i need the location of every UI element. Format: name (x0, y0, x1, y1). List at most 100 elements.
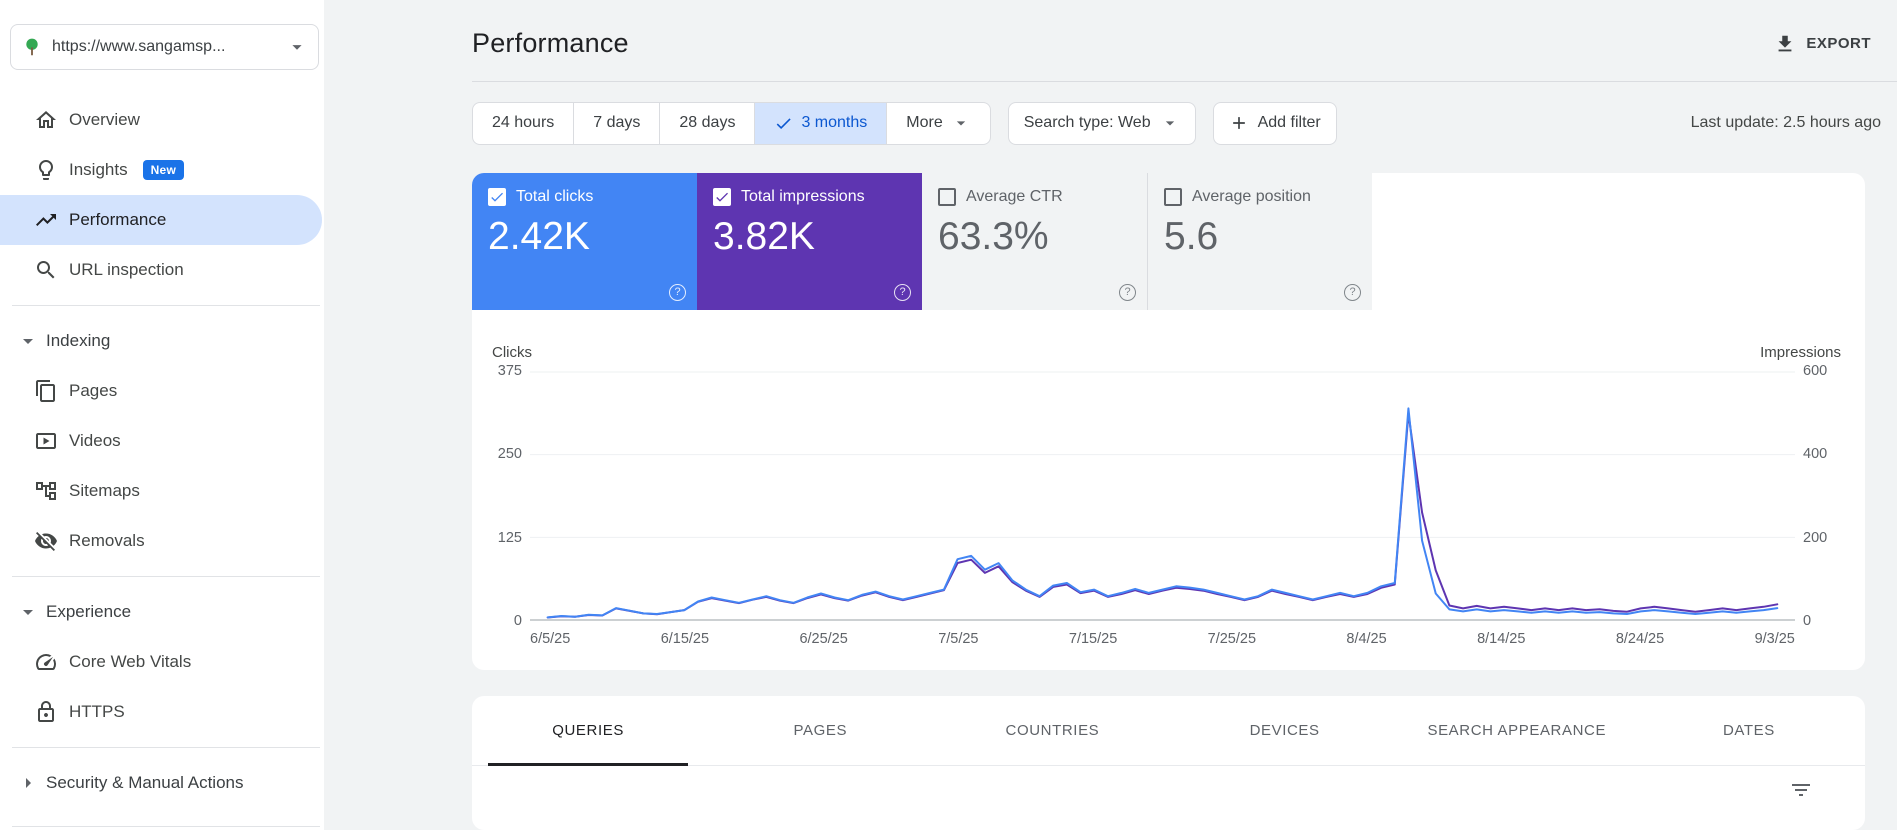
chevron-down-icon (1160, 113, 1180, 133)
metric-card-average-position[interactable]: Average position 5.6 ? (1147, 172, 1372, 310)
tick-label: 6/25/25 (799, 630, 848, 647)
sidebar-item-insights[interactable]: Insights New (0, 145, 324, 195)
tick-label: 8/14/25 (1477, 630, 1526, 647)
dimension-tabs-panel: QUERIES PAGES COUNTRIES DEVICES SEARCH A… (472, 696, 1865, 830)
series-impressions-line (548, 413, 1778, 617)
chevron-down-icon (286, 36, 308, 58)
export-button[interactable]: EXPORT (1774, 33, 1871, 55)
tab-devices[interactable]: DEVICES (1169, 696, 1401, 765)
tab-label: COUNTRIES (1005, 722, 1100, 740)
range-24-hours-button[interactable]: 24 hours (472, 101, 575, 145)
search-icon (37, 261, 55, 279)
filter-list-icon[interactable] (1789, 778, 1813, 802)
sidebar-section-indexing[interactable]: Indexing (0, 316, 324, 366)
property-selector[interactable]: https://www.sangamsp... (10, 24, 319, 70)
app-root: https://www.sangamsp... Overview Insight… (0, 0, 1897, 830)
metric-label: Average CTR (966, 187, 1063, 205)
metric-value: 3.82K (713, 214, 815, 258)
chevron-down-icon (951, 113, 971, 133)
tab-dates[interactable]: DATES (1633, 696, 1865, 765)
tab-countries[interactable]: COUNTRIES (936, 696, 1168, 765)
tick-label: 0 (1803, 612, 1812, 629)
tick-label: 400 (1803, 446, 1828, 463)
help-icon[interactable]: ? (1344, 283, 1361, 301)
checkbox-checked-icon[interactable] (713, 187, 731, 206)
checkbox-unchecked-icon[interactable] (938, 187, 956, 206)
checkbox-checked-icon[interactable] (488, 187, 506, 206)
tick-label: 6/15/25 (660, 630, 710, 647)
series-clicks-line (548, 408, 1778, 617)
tick-label: 200 (1803, 529, 1828, 546)
plus-icon (1229, 113, 1249, 133)
search-type-dropdown[interactable]: Search type: Web (1007, 101, 1196, 145)
add-filter-label: Add filter (1257, 114, 1321, 132)
tick-label: 0 (513, 612, 522, 629)
tick-label: 8/24/25 (1615, 630, 1665, 647)
metric-card-total-impressions[interactable]: Total impressions 3.82K ? (697, 172, 922, 310)
checkbox-unchecked-icon[interactable] (1164, 187, 1182, 206)
tab-strip: QUERIES PAGES COUNTRIES DEVICES SEARCH A… (472, 696, 1865, 767)
sidebar-item-performance[interactable]: Performance (0, 195, 322, 245)
sidebar-item-label: HTTPS (69, 702, 125, 721)
site-favicon-icon (21, 36, 43, 58)
range-label: 7 days (593, 114, 641, 132)
sidebar-item-label: Insights (69, 160, 128, 179)
metric-label: Total clicks (516, 187, 594, 205)
divider (12, 747, 320, 748)
tick-label: 375 (497, 362, 522, 379)
video-icon (36, 433, 56, 449)
property-url: https://www.sangamsp... (52, 38, 226, 55)
metric-value: 5.6 (1164, 214, 1219, 258)
sidebar-item-pages[interactable]: Pages (0, 366, 324, 416)
metric-card-total-clicks[interactable]: Total clicks 2.42K ? (472, 172, 697, 310)
metric-value: 2.42K (488, 214, 590, 258)
metric-card-average-ctr[interactable]: Average CTR 63.3% ? (922, 172, 1147, 310)
tab-label: SEARCH APPEARANCE (1427, 722, 1607, 740)
sidebar: https://www.sangamsp... Overview Insight… (0, 0, 324, 830)
sitemap-icon (36, 482, 56, 500)
range-label: More (906, 114, 943, 132)
metric-label: Total impressions (741, 187, 865, 205)
range-3-months-button[interactable]: 3 months (755, 101, 888, 145)
range-7-days-button[interactable]: 7 days (574, 101, 661, 145)
tab-search-appearance[interactable]: SEARCH APPEARANCE (1401, 696, 1633, 765)
chevron-down-icon (23, 339, 33, 344)
section-label: Experience (46, 602, 132, 621)
tick-label: 600 (1803, 362, 1828, 379)
sidebar-section-security[interactable]: Security & Manual Actions (0, 758, 324, 808)
tick-label: 7/5/25 (938, 630, 979, 647)
performance-chart: Clicks Impressions 375 250 125 0 600 400… (472, 310, 1865, 670)
lightbulb-icon (39, 160, 53, 180)
range-label: 28 days (679, 114, 736, 132)
help-icon[interactable]: ? (1119, 283, 1136, 301)
sidebar-item-core-web-vitals[interactable]: Core Web Vitals (0, 637, 324, 687)
tick-label: 6/5/25 (530, 630, 571, 647)
sidebar-item-https[interactable]: HTTPS (0, 687, 324, 737)
last-update-text: Last update: 2.5 hours ago (1690, 114, 1881, 132)
tab-queries[interactable]: QUERIES (472, 696, 704, 765)
range-more-button[interactable]: More (887, 101, 991, 145)
tab-pages[interactable]: PAGES (704, 696, 936, 765)
home-icon (36, 111, 56, 128)
tab-label: PAGES (793, 722, 848, 740)
tick-label: 7/25/25 (1207, 630, 1257, 647)
speed-gauge-icon (36, 654, 57, 670)
range-28-days-button[interactable]: 28 days (660, 101, 756, 145)
sidebar-item-overview[interactable]: Overview (0, 95, 324, 145)
chevron-down-icon (23, 610, 33, 615)
sidebar-item-videos[interactable]: Videos (0, 416, 324, 466)
help-icon[interactable]: ? (894, 283, 911, 301)
chart-svg (530, 371, 1795, 621)
metric-cards: Total clicks 2.42K ? Total impressions 3… (472, 172, 1865, 310)
add-filter-button[interactable]: Add filter (1212, 101, 1337, 145)
sidebar-item-url-inspection[interactable]: URL inspection (0, 245, 324, 295)
help-icon[interactable]: ? (669, 283, 686, 301)
sidebar-item-sitemaps[interactable]: Sitemaps (0, 466, 324, 516)
sidebar-item-removals[interactable]: Removals (0, 516, 324, 566)
search-type-label: Search type: Web (1023, 114, 1151, 132)
export-label: EXPORT (1806, 35, 1871, 52)
tab-label: QUERIES (552, 722, 624, 740)
sidebar-section-experience[interactable]: Experience (0, 587, 324, 637)
sidebar-item-label: Performance (69, 210, 167, 229)
chart-plot-area[interactable] (530, 371, 1795, 621)
